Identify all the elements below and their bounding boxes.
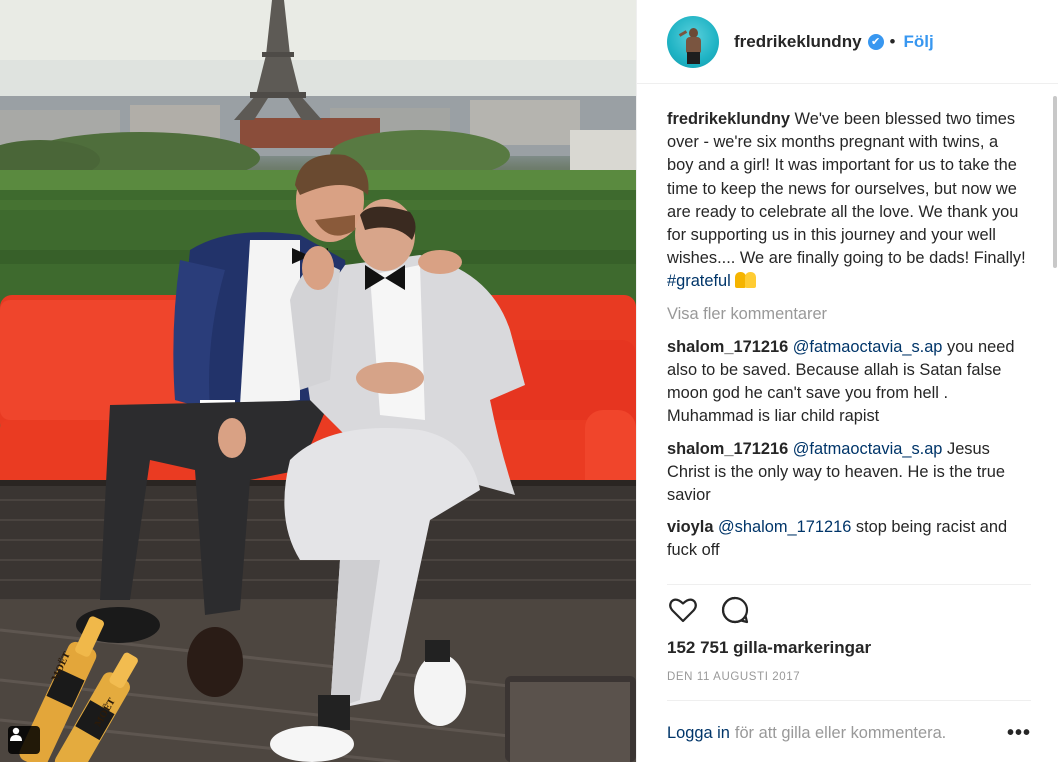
post-photo[interactable]: MOËT MOËT xyxy=(0,0,636,762)
comment-mention[interactable]: @fatmaoctavia_s.ap xyxy=(793,440,943,458)
verified-badge-icon: ✔ xyxy=(867,33,884,50)
login-prompt: Logga in för att gilla eller kommentera.… xyxy=(667,722,1031,745)
comment-username[interactable]: shalom_171216 xyxy=(667,440,788,458)
comment-item: shalom_171216 @fatmaoctavia_s.ap you nee… xyxy=(667,336,1027,429)
more-options-icon[interactable]: ••• xyxy=(1007,722,1031,745)
comment-bubble-icon[interactable] xyxy=(719,594,751,626)
avatar[interactable] xyxy=(667,15,719,68)
caption: fredrikeklundny We've been blessed two t… xyxy=(667,108,1027,294)
comment-item: vioyla @shalom_171216 stop being racist … xyxy=(667,516,1027,562)
caption-hashtag[interactable]: #grateful xyxy=(667,272,731,290)
person-tag-icon-glyph xyxy=(10,727,22,741)
show-more-comments-link[interactable]: Visa fler kommentarer xyxy=(667,303,1027,326)
photo-scene xyxy=(0,0,636,762)
comments-list: fredrikeklundny We've been blessed two t… xyxy=(667,108,1027,584)
caption-username[interactable]: fredrikeklundny xyxy=(667,110,790,128)
divider xyxy=(667,584,1031,585)
login-link[interactable]: Logga in xyxy=(667,724,730,743)
header-username[interactable]: fredrikeklundny xyxy=(734,32,862,52)
action-bar xyxy=(667,594,751,626)
comments-scrollbar[interactable] xyxy=(1053,96,1057,268)
header-separator: • xyxy=(889,31,896,51)
comment-mention[interactable]: @fatmaoctavia_s.ap xyxy=(793,338,943,356)
comment-username[interactable]: vioyla xyxy=(667,518,713,536)
post-date: DEN 11 AUGUSTI 2017 xyxy=(667,671,801,683)
login-prompt-text: för att gilla eller kommentera. xyxy=(734,724,947,742)
likes-count[interactable]: 152 751 gilla-markeringar xyxy=(667,638,871,658)
caption-text: We've been blessed two times over - we'r… xyxy=(667,110,1026,268)
follow-button[interactable]: Följ xyxy=(904,32,934,52)
divider xyxy=(667,700,1031,701)
heart-icon[interactable] xyxy=(667,594,699,626)
comment-item: shalom_171216 @fatmaoctavia_s.ap Jesus C… xyxy=(667,438,1027,508)
post-details-panel: fredrikeklundny ✔ • Följ fredrikeklundny… xyxy=(636,0,1058,762)
post-header: fredrikeklundny ✔ • Följ xyxy=(637,0,1058,84)
comment-mention[interactable]: @shalom_171216 xyxy=(718,518,851,536)
person-tag-icon[interactable] xyxy=(8,726,40,754)
couple-emoji-icon xyxy=(734,272,757,289)
comment-username[interactable]: shalom_171216 xyxy=(667,338,788,356)
